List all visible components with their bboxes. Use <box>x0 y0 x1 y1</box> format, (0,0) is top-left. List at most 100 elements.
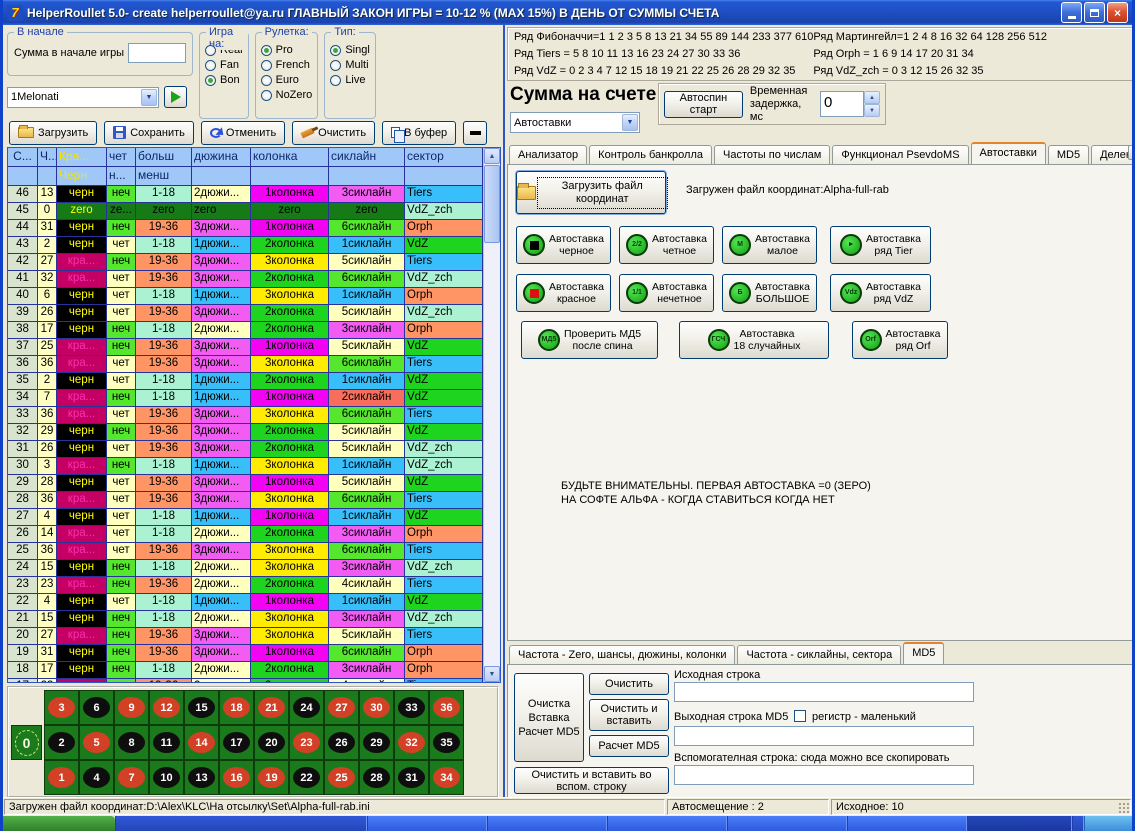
roulette-number-cell[interactable]: 30 <box>359 690 394 725</box>
roulette-number-cell[interactable]: 10 <box>149 760 184 795</box>
source-string-input[interactable] <box>674 682 974 702</box>
отменить-button[interactable]: Отменить <box>201 121 285 145</box>
scrollbar-thumb[interactable] <box>484 165 500 243</box>
radio-french[interactable]: French <box>261 59 313 71</box>
radio-nozero[interactable]: NoZero <box>261 89 313 101</box>
bet-button-автоставка-красное[interactable]: Автоставкакрасное <box>516 274 611 312</box>
scroll-up-icon[interactable]: ▲ <box>484 148 500 164</box>
table-row[interactable]: 1817черннеч1-182дюжи...2колонка3сиклайнO… <box>8 662 483 679</box>
aux-string-input[interactable] <box>674 765 974 785</box>
tab-scroll-left-icon[interactable]: ◄ <box>1128 145 1132 160</box>
lowercase-checkbox[interactable] <box>794 710 806 722</box>
roulette-number-cell[interactable]: 29 <box>359 725 394 760</box>
delay-spinner[interactable]: 0 ▲ ▼ <box>820 91 880 117</box>
roulette-number-cell[interactable]: 9 <box>114 690 149 725</box>
start-button-sliver[interactable] <box>3 816 115 831</box>
minimize-button[interactable] <box>1061 2 1082 23</box>
roulette-number-cell[interactable]: 36 <box>429 690 464 725</box>
run-button[interactable] <box>164 86 187 108</box>
roulette-number-cell[interactable]: 23 <box>289 725 324 760</box>
roulette-number-cell[interactable]: 3 <box>44 690 79 725</box>
table-row[interactable]: 3817черннеч1-182дюжи...2колонка3сиклайнO… <box>8 322 483 339</box>
radio-euro[interactable]: Euro <box>261 74 313 86</box>
bet-button-автоставка-ряд-vdz[interactable]: VdzАвтоставкаряд VdZ <box>830 274 931 312</box>
загрузить-button[interactable]: Загрузить <box>9 121 97 145</box>
spin-up-icon[interactable]: ▲ <box>864 91 880 104</box>
table-row[interactable]: 3926чернчет19-363дюжи...2колонка5сиклайн… <box>8 305 483 322</box>
profile-combobox[interactable]: 1Melonati ▼ <box>7 87 159 108</box>
roulette-number-cell[interactable]: 7 <box>114 760 149 795</box>
roulette-number-cell[interactable]: 2 <box>44 725 79 760</box>
table-row[interactable]: 2928чернчет19-363дюжи...1колонка5сиклайн… <box>8 475 483 492</box>
roulette-number-cell[interactable]: 34 <box>429 760 464 795</box>
tab-делени[interactable]: Делени <box>1091 145 1132 164</box>
radio-pro[interactable]: Pro <box>261 44 313 56</box>
bet-button-автоставка-нечетное[interactable]: 1/1Автоставканечетное <box>619 274 714 312</box>
roulette-number-cell[interactable]: 11 <box>149 725 184 760</box>
radio-fan[interactable]: Fan <box>205 59 243 71</box>
bet-button-автоставка-ряд-orf[interactable]: OrfАвтоставкаряд Orf <box>852 321 948 359</box>
table-row[interactable]: 1723кра...неч19-362дюжи...2колонка4сикла… <box>8 679 483 683</box>
roulette-number-cell[interactable]: 12 <box>149 690 184 725</box>
scroll-down-icon[interactable]: ▼ <box>484 666 500 682</box>
в буфер-button[interactable]: В буфер <box>382 121 456 145</box>
tab-контроль-банкролла[interactable]: Контроль банкролла <box>589 145 712 164</box>
table-row[interactable]: 274чернчет1-181дюжи...1колонка1сиклайнVd… <box>8 509 483 526</box>
roulette-number-cell[interactable]: 8 <box>114 725 149 760</box>
roulette-number-cell[interactable]: 18 <box>219 690 254 725</box>
close-button[interactable]: × <box>1107 2 1128 23</box>
roulette-zero-cell[interactable]: 0 <box>11 725 42 760</box>
bet-button-автоставка-черное[interactable]: Автоставкачерное <box>516 226 611 264</box>
delay-value[interactable]: 0 <box>820 91 864 117</box>
roulette-number-cell[interactable]: 6 <box>79 690 114 725</box>
roulette-number-cell[interactable]: 19 <box>254 760 289 795</box>
clear-paste-aux-button[interactable]: Очистить и вставить во вспом. строку <box>514 767 669 794</box>
table-row[interactable]: 4227кра...неч19-363дюжи...3колонка5сикла… <box>8 254 483 271</box>
roulette-number-cell[interactable]: 31 <box>394 760 429 795</box>
table-row[interactable]: 2027кра...неч19-363дюжи...3колонка5сикла… <box>8 628 483 645</box>
roulette-number-cell[interactable]: 13 <box>184 760 219 795</box>
roulette-number-cell[interactable]: 25 <box>324 760 359 795</box>
table-row[interactable]: 2115черннеч1-182дюжи...3колонка3сиклайнV… <box>8 611 483 628</box>
table-row[interactable]: 2415черннеч1-182дюжи...3колонка3сиклайнV… <box>8 560 483 577</box>
roulette-number-cell[interactable]: 4 <box>79 760 114 795</box>
tab-частоты-по-числам[interactable]: Частоты по числам <box>714 145 830 164</box>
table-row[interactable]: 4132кра...чет19-363дюжи...2колонка6сикла… <box>8 271 483 288</box>
title-bar[interactable]: 7 HelperRoullet 5.0- create helperroulle… <box>3 0 1132 25</box>
table-row[interactable]: 4613черннеч1-182дюжи...1колонка3сиклайнT… <box>8 186 483 203</box>
roulette-number-cell[interactable]: 27 <box>324 690 359 725</box>
roulette-number-cell[interactable]: 17 <box>219 725 254 760</box>
table-row[interactable]: 3126чернчет19-363дюжи...2колонка5сиклайн… <box>8 441 483 458</box>
chevron-down-icon[interactable]: ▼ <box>622 114 638 131</box>
table-row[interactable]: 2614кра...чет1-182дюжи...2колонка3сиклай… <box>8 526 483 543</box>
table-row[interactable]: 3725кра...неч19-363дюжи...1колонка5сикла… <box>8 339 483 356</box>
bet-button-автоставка-ряд-tier[interactable]: ►Автоставкаряд Tier <box>830 226 931 264</box>
maximize-button[interactable] <box>1084 2 1105 23</box>
load-coords-button[interactable]: Загрузить файл координат <box>516 171 666 214</box>
table-row[interactable]: 4431черннеч19-363дюжи...1колонка6сиклайн… <box>8 220 483 237</box>
очистить-button[interactable]: Очистить <box>292 121 375 145</box>
сохранить-button[interactable]: Сохранить <box>104 121 194 145</box>
radio-multi[interactable]: Multi <box>330 59 369 71</box>
roulette-number-cell[interactable]: 15 <box>184 690 219 725</box>
roulette-number-cell[interactable]: 35 <box>429 725 464 760</box>
taskbar-button-active[interactable] <box>967 816 1072 831</box>
table-row[interactable]: 224чернчет1-181дюжи...1колонка1сиклайнVd… <box>8 594 483 611</box>
table-row[interactable]: 3636кра...чет19-363дюжи...3колонка6сикла… <box>8 356 483 373</box>
radio-live[interactable]: Live <box>330 74 369 86</box>
spin-down-icon[interactable]: ▼ <box>864 104 880 117</box>
taskbar-button[interactable] <box>367 816 487 831</box>
tab-md5[interactable]: MD5 <box>1048 145 1089 164</box>
taskbar-button[interactable] <box>487 816 607 831</box>
table-row[interactable]: 406чернчет1-181дюжи...3колонка1сиклайнOr… <box>8 288 483 305</box>
table-row[interactable]: 2323кра...неч19-362дюжи...2колонка4сикла… <box>8 577 483 594</box>
tab-автоставки[interactable]: Автоставки <box>971 142 1046 164</box>
bet-button-автоставка-малое[interactable]: МАвтоставкамалое <box>722 226 817 264</box>
resize-grip[interactable] <box>1117 801 1129 813</box>
roulette-number-cell[interactable]: 1 <box>44 760 79 795</box>
roulette-number-cell[interactable]: 32 <box>394 725 429 760</box>
roulette-number-cell[interactable]: 14 <box>184 725 219 760</box>
radio-bon[interactable]: Bon <box>205 74 243 86</box>
table-row[interactable]: 1931черннеч19-363дюжи...1колонка6сиклайн… <box>8 645 483 662</box>
bet-button-автоставка-18-случайных[interactable]: ГСЧАвтоставка18 случайных <box>679 321 829 359</box>
